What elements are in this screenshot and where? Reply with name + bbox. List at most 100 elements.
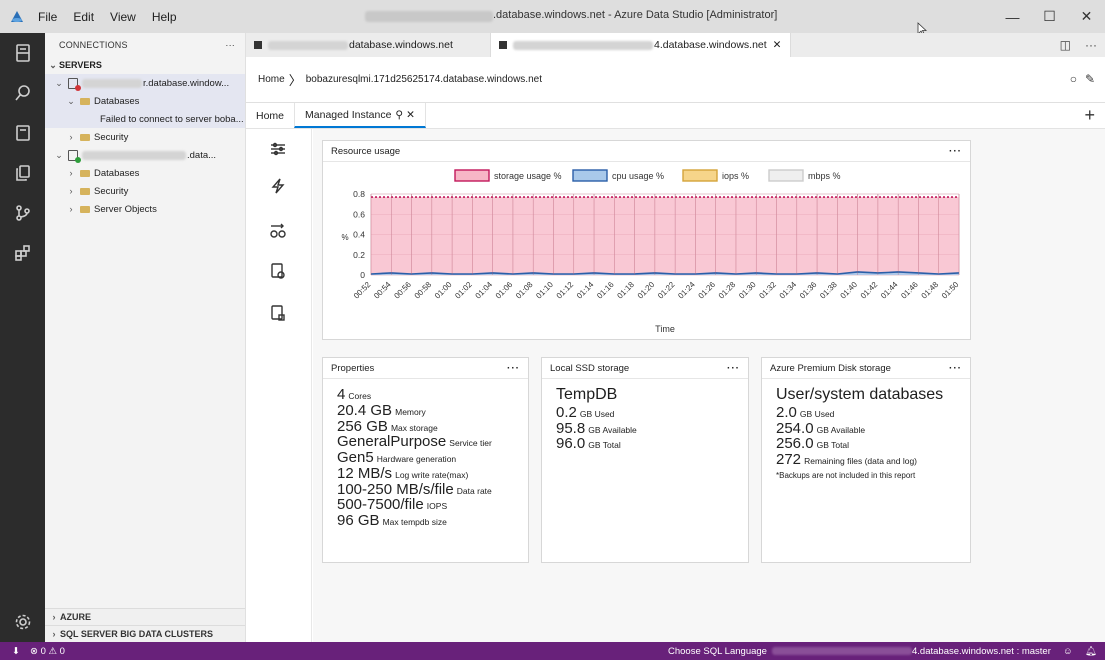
menu-edit[interactable]: Edit bbox=[71, 8, 96, 26]
local-ssd-list: TempDB 0.2 GB Used 95.8 GB Available 96.… bbox=[542, 379, 748, 460]
azure-section[interactable]: › AZURE bbox=[45, 608, 245, 625]
property-log-write-rate: 12 MB/s Log write rate(max) bbox=[337, 464, 469, 482]
tree-server-2-databases[interactable]: › Databases bbox=[45, 164, 245, 182]
tree-server-1[interactable]: ⌄ r.database.window... bbox=[45, 74, 245, 92]
property-service-tier: GeneralPurpose Service tier bbox=[337, 433, 492, 451]
x-tick-label: 01:24 bbox=[676, 280, 697, 301]
chevron-down-icon: ⌄ bbox=[55, 77, 63, 88]
tree-server-2[interactable]: ⌄ .data... bbox=[45, 146, 245, 164]
tab-server-1[interactable]: database.windows.net bbox=[246, 33, 491, 57]
x-tick-label: 01:22 bbox=[656, 280, 677, 301]
security-label: Security bbox=[94, 185, 129, 197]
databases-label: Databases bbox=[94, 167, 140, 179]
property-hardware-generation: Gen5 Hardware generation bbox=[337, 449, 457, 466]
y-tick-label: 0.6 bbox=[353, 209, 365, 219]
problems-indicator[interactable]: ⊗ 0 ⚠ 0 bbox=[30, 646, 65, 657]
connections-sidebar: CONNECTIONS ··· ⌄ SERVERS ⌄ r.database.w… bbox=[45, 33, 246, 642]
explorer-icon[interactable] bbox=[0, 153, 45, 193]
settings-gear-icon[interactable] bbox=[0, 602, 45, 642]
menu-bar: File Edit View Help bbox=[36, 8, 179, 26]
refresh-icon[interactable]: ○ bbox=[1070, 72, 1077, 86]
disk-available: 254.0 GB Available bbox=[776, 419, 866, 437]
widget-more-button[interactable]: ··· bbox=[949, 363, 962, 374]
azure-data-studio-logo-icon bbox=[8, 8, 26, 26]
feedback-icon[interactable]: ☺ bbox=[1063, 646, 1073, 657]
widget-title: Local SSD storage bbox=[550, 362, 630, 374]
x-tick-label: 01:12 bbox=[555, 280, 576, 301]
menu-view[interactable]: View bbox=[108, 8, 138, 26]
tree-server-2-objects[interactable]: › Server Objects bbox=[45, 200, 245, 218]
chevron-right-icon: › bbox=[52, 629, 56, 639]
premium-disk-widget: Azure Premium Disk storage ··· User/syst… bbox=[761, 357, 971, 563]
premium-disk-heading: User/system databases bbox=[776, 386, 944, 403]
y-tick-label: 0 bbox=[360, 270, 365, 280]
status-bar: ⬇ ⊗ 0 ⚠ 0 Choose SQL Language 4.database… bbox=[0, 642, 1105, 660]
source-control-icon[interactable] bbox=[0, 193, 45, 233]
dashboard-icon bbox=[499, 41, 507, 49]
x-tick-label: 00:54 bbox=[372, 280, 393, 301]
menu-help[interactable]: Help bbox=[150, 8, 179, 26]
x-tick-label: 00:52 bbox=[352, 280, 373, 301]
close-window-button[interactable]: ✕ bbox=[1068, 0, 1105, 33]
add-tab-button[interactable]: + bbox=[1084, 105, 1095, 126]
servers-group[interactable]: ⌄ SERVERS bbox=[45, 56, 245, 74]
folder-icon bbox=[80, 97, 90, 105]
y-tick-label: 0.8 bbox=[353, 189, 365, 199]
close-icon[interactable]: ✕ bbox=[406, 109, 415, 121]
x-tick-label: 01:02 bbox=[453, 280, 474, 301]
account-icon[interactable]: ⬇ bbox=[12, 646, 20, 657]
maximize-button[interactable]: ☐ bbox=[1031, 0, 1068, 33]
tree-server-1-databases[interactable]: ⌄ Databases bbox=[45, 92, 245, 110]
breadcrumb-server[interactable]: bobazuresqlmi.171d25625174.database.wind… bbox=[306, 74, 542, 85]
redacted-tab-name bbox=[268, 40, 348, 50]
connection-status[interactable]: 4.database.windows.net : master bbox=[912, 646, 1051, 657]
extensions-icon[interactable] bbox=[0, 233, 45, 273]
pin-icon[interactable]: ⚲ bbox=[395, 109, 403, 121]
tab-home-label: Home bbox=[256, 109, 285, 122]
close-tab-icon[interactable]: ✕ bbox=[773, 39, 782, 51]
chevron-right-icon: › bbox=[69, 186, 73, 196]
disk-remaining-files: 272 Remaining files (data and log) bbox=[776, 451, 918, 469]
sidebar-header: CONNECTIONS ··· bbox=[45, 33, 245, 56]
redacted-server-name bbox=[82, 150, 186, 160]
notebooks-icon[interactable] bbox=[0, 113, 45, 153]
lightning-icon[interactable] bbox=[266, 174, 290, 198]
tab-home[interactable]: Home bbox=[246, 103, 294, 128]
breadcrumb-home[interactable]: Home bbox=[258, 74, 285, 85]
big-data-section[interactable]: › SQL SERVER BIG DATA CLUSTERS bbox=[45, 625, 245, 642]
database-report-icon[interactable] bbox=[266, 259, 290, 283]
menu-file[interactable]: File bbox=[36, 8, 59, 26]
chevron-right-icon: › bbox=[69, 204, 73, 214]
y-tick-label: 0.2 bbox=[353, 250, 365, 260]
split-editor-icon[interactable]: ◫ bbox=[1060, 38, 1071, 52]
sidebar-bottom-sections: › AZURE › SQL SERVER BIG DATA CLUSTERS bbox=[45, 608, 245, 642]
servers-label: SERVERS bbox=[59, 60, 102, 70]
edit-pencil-icon[interactable]: ✎ bbox=[1085, 72, 1095, 86]
connections-icon[interactable] bbox=[0, 33, 45, 73]
language-selector[interactable]: Choose SQL Language bbox=[668, 646, 767, 657]
legend-swatch bbox=[768, 169, 804, 182]
compare-icon[interactable] bbox=[266, 219, 290, 243]
search-icon[interactable] bbox=[0, 73, 45, 113]
tab-server-2[interactable]: 4.database.windows.net ✕ bbox=[491, 33, 791, 57]
notifications-bell-icon[interactable]: 🔔︎ bbox=[1085, 646, 1097, 657]
sidebar-more-button[interactable]: ··· bbox=[225, 40, 235, 50]
dashboard-icon bbox=[254, 41, 262, 49]
widget-more-button[interactable]: ··· bbox=[949, 146, 962, 157]
widget-more-button[interactable]: ··· bbox=[507, 363, 520, 374]
database-backup-icon[interactable] bbox=[266, 301, 290, 325]
more-actions-icon[interactable]: ··· bbox=[1085, 38, 1097, 52]
tab-managed-instance[interactable]: Managed Instance ⚲ ✕ bbox=[294, 103, 426, 128]
x-tick-label: 01:16 bbox=[595, 280, 616, 301]
tree-server-1-security[interactable]: › Security bbox=[45, 128, 245, 146]
breadcrumb-separator-icon: 〉 bbox=[288, 73, 302, 88]
tree-server-2-security[interactable]: › Security bbox=[45, 182, 245, 200]
series-area-0 bbox=[371, 197, 959, 275]
widget-more-button[interactable]: ··· bbox=[727, 363, 740, 374]
ssd-used: 0.2 GB Used bbox=[556, 403, 615, 421]
editor-tabs: database.windows.net 4.database.windows.… bbox=[246, 33, 1105, 57]
legend-label: iops % bbox=[722, 171, 749, 181]
settings-sliders-icon[interactable] bbox=[266, 137, 290, 161]
minimize-button[interactable]: — bbox=[994, 0, 1031, 33]
tab-label: 4.database.windows.net bbox=[654, 39, 767, 51]
